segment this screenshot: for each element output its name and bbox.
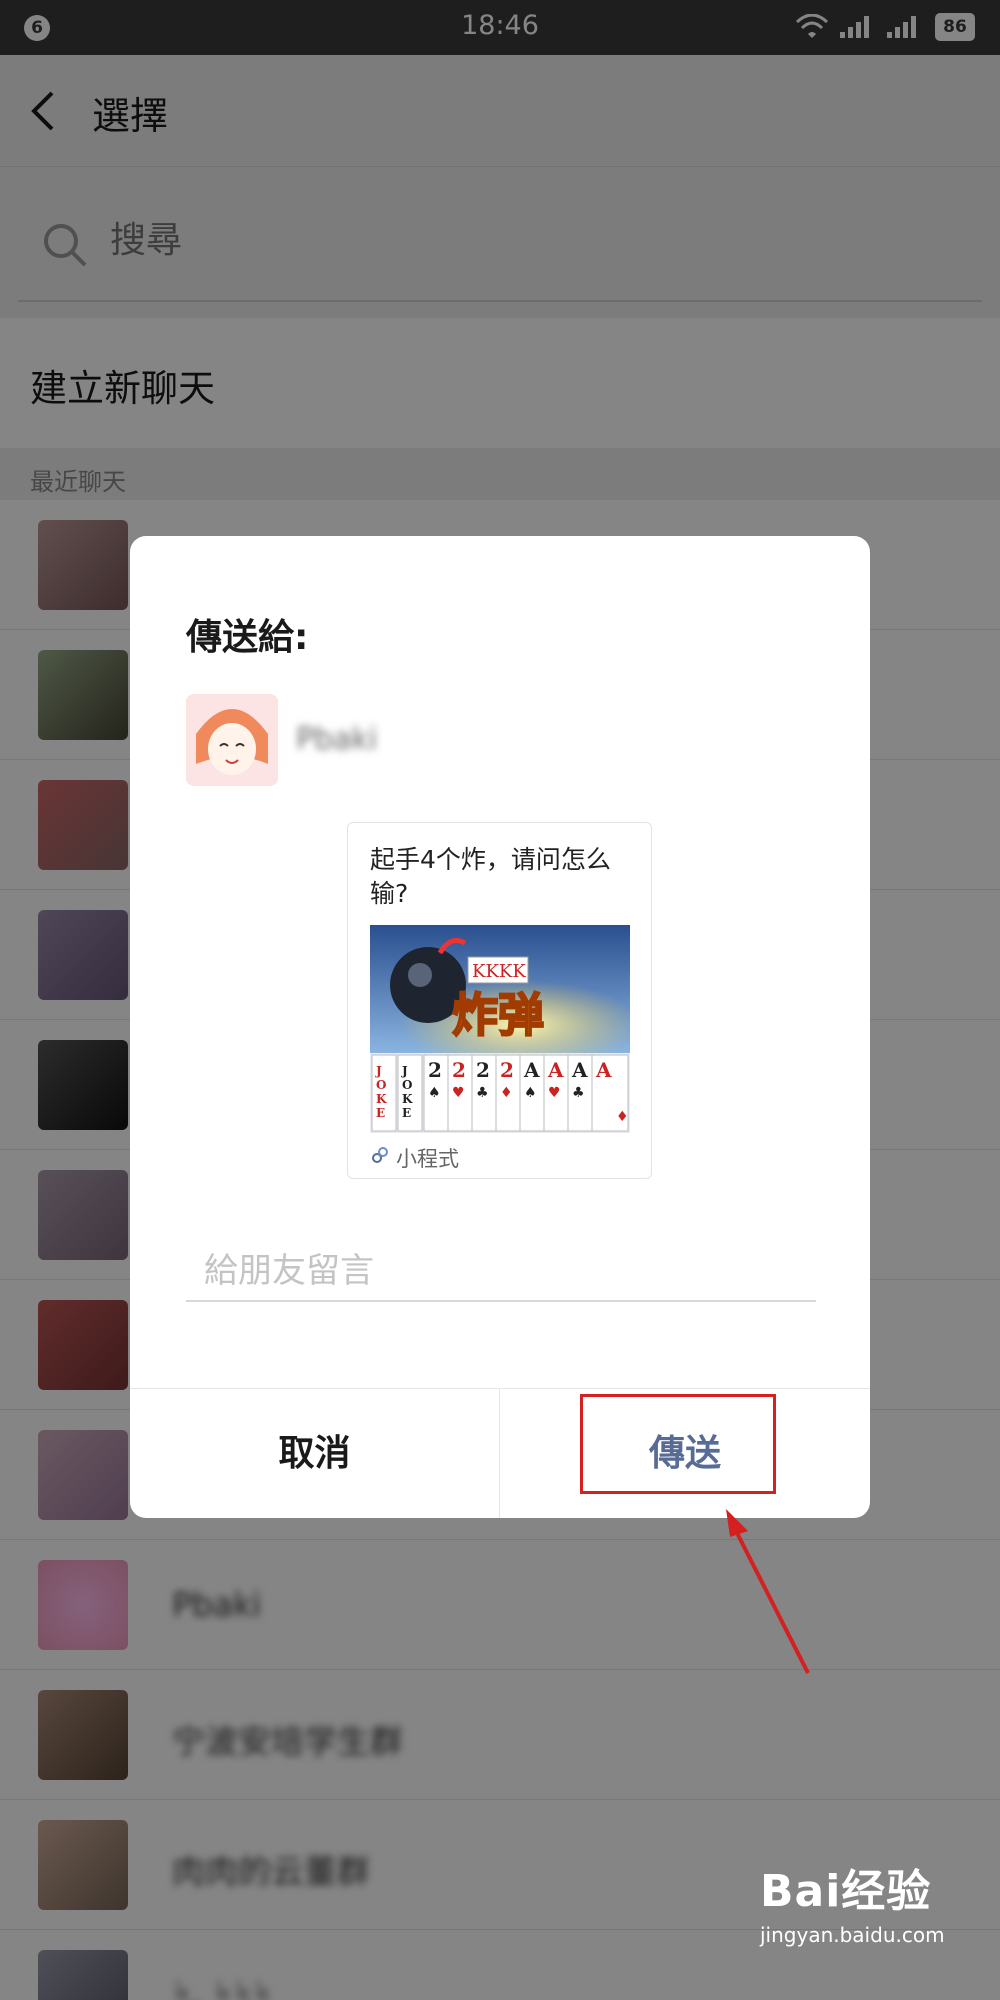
svg-text:♦: ♦ [616,1109,629,1125]
mini-program-card: 起手4个炸，请问怎么输? KKKK 炸弹 J O K E J O K E 2 ♠… [347,822,652,1179]
svg-text:J: J [401,1064,408,1078]
bomb-text: 炸弹 [452,988,544,1042]
svg-text:♣: ♣ [476,1085,489,1101]
cancel-button[interactable]: 取消 [130,1389,500,1518]
recipient-avatar [186,694,278,786]
mini-program-label: 小程式 [396,1147,459,1171]
dialog-heading: 傳送給: [186,617,309,658]
svg-text:2: 2 [428,1058,442,1082]
svg-text:♣: ♣ [572,1085,585,1101]
recipient-name: Pbaki [296,722,378,757]
svg-text:A: A [595,1058,612,1082]
card-thumbnail: KKKK 炸弹 JOKE JOKE 2 ♠ 2 ♥ 2 ♣ 2 ♦ A ♠ A ♥ A ♣ A… [370,925,630,1133]
svg-text:A: A [571,1058,588,1082]
svg-text:2: 2 [500,1058,514,1082]
watermark-brand: Bai经验 [760,1866,932,1917]
svg-text:2: 2 [476,1058,490,1082]
svg-text:♥: ♥ [452,1085,465,1101]
svg-text:E: E [402,1106,411,1120]
svg-text:O: O [376,1078,386,1092]
svg-text:O: O [402,1078,412,1092]
svg-text:A: A [547,1058,564,1082]
watermark-url: jingyan.baidu.com [760,1923,945,1947]
svg-text:♠: ♠ [524,1085,537,1101]
watermark: Bai经验 jingyan.baidu.com [760,1855,945,1947]
svg-text:K: K [376,1092,387,1106]
svg-text:A: A [523,1058,540,1082]
svg-text:E: E [376,1106,385,1120]
message-input[interactable] [186,1242,816,1302]
svg-text:♠: ♠ [428,1085,441,1101]
svg-text:♥: ♥ [548,1085,561,1101]
svg-text:K: K [402,1092,413,1106]
send-button-highlight [580,1394,776,1494]
pointer-arrow-icon [726,1509,810,1674]
svg-text:KKKK: KKKK [472,961,526,982]
mini-program-icon [372,1147,388,1163]
share-dialog: 傳送給: Pbaki 起手4个炸，请问怎么输? KKKK 炸弹 J O K E … [130,536,870,1518]
svg-text:J: J [375,1064,382,1078]
card-title: 起手4个炸，请问怎么输? [370,845,611,908]
svg-text:♦: ♦ [500,1085,513,1101]
svg-text:2: 2 [452,1058,466,1082]
